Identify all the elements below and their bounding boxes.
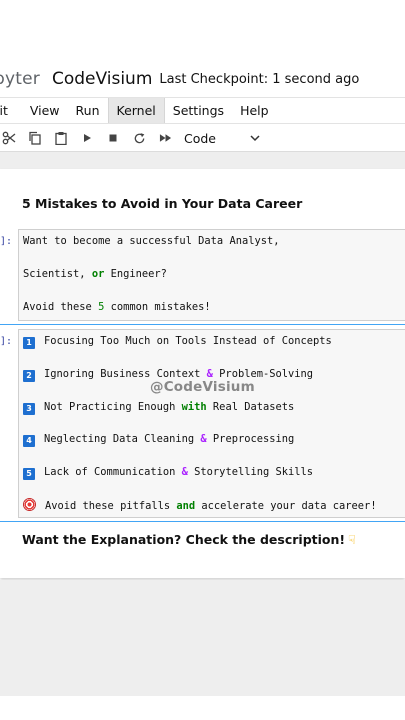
code-line: 1 Focusing Too Much on Tools Instead of C… (23, 335, 332, 349)
menu-edit[interactable]: lit (0, 98, 16, 123)
code-cell-2[interactable] (18, 329, 405, 518)
cell-type-select[interactable]: Code (184, 131, 260, 146)
notebook-toolbar: Code (0, 125, 405, 152)
run-icon[interactable] (74, 127, 100, 149)
menu-kernel[interactable]: Kernel (107, 98, 165, 123)
chevron-down-icon (250, 135, 260, 142)
fast-forward-icon[interactable] (152, 127, 178, 149)
menu-bar: lit View Run Kernel Settings Help (0, 97, 405, 124)
menu-help[interactable]: Help (232, 98, 277, 123)
target-icon (23, 498, 36, 511)
cut-icon[interactable] (0, 127, 22, 149)
notebook-name[interactable]: CodeVisium (52, 69, 152, 89)
keycap-3-icon: 3 (23, 403, 35, 415)
code-line: 5 Lack of Communication & Storytelling Sk… (23, 466, 313, 480)
menu-view[interactable]: View (22, 98, 68, 123)
top-margin (0, 0, 405, 62)
paste-icon[interactable] (48, 127, 74, 149)
stop-icon[interactable] (100, 127, 126, 149)
restart-icon[interactable] (126, 127, 152, 149)
cell1-prompt: ]: (0, 236, 13, 247)
copy-icon[interactable] (22, 127, 48, 149)
checkpoint-status: Last Checkpoint: 1 second ago (159, 71, 360, 87)
keycap-1-icon: 1 (23, 337, 35, 349)
code-line: Avoid these pitfalls and accelerate your… (23, 498, 377, 512)
markdown-heading: 5 Mistakes to Avoid in Your Data Career (22, 196, 303, 211)
cell2-prompt: ]: (0, 336, 13, 347)
title-bar: pyter CodeVisium Last Checkpoint: 1 seco… (0, 62, 405, 96)
menu-settings[interactable]: Settings (165, 98, 232, 123)
keycap-2-icon: 2 (23, 370, 35, 382)
jupyter-logo[interactable]: pyter (0, 69, 40, 89)
code-line: Avoid these 5 common mistakes! (23, 301, 211, 313)
keycap-5-icon: 5 (23, 468, 35, 480)
notebook-top-gap (0, 152, 405, 169)
keycap-4-icon: 4 (23, 435, 35, 447)
code-line: 3 Not Practicing Enough with Real Dataset… (23, 401, 294, 415)
watermark: @CodeVisium (150, 379, 255, 395)
cell-type-value: Code (184, 130, 217, 146)
pointing-down-hand-icon: ☟ (348, 532, 356, 547)
code-line: Scientist, or Engineer? (23, 268, 167, 280)
menu-run[interactable]: Run (68, 98, 108, 123)
code-line: Want to become a successful Data Analyst… (23, 235, 280, 247)
code-line: 4 Neglecting Data Cleaning & Preprocessin… (23, 433, 294, 447)
markdown-cta: Want the Explanation? Check the descript… (22, 532, 356, 547)
notebook-bottom-area (0, 580, 405, 696)
